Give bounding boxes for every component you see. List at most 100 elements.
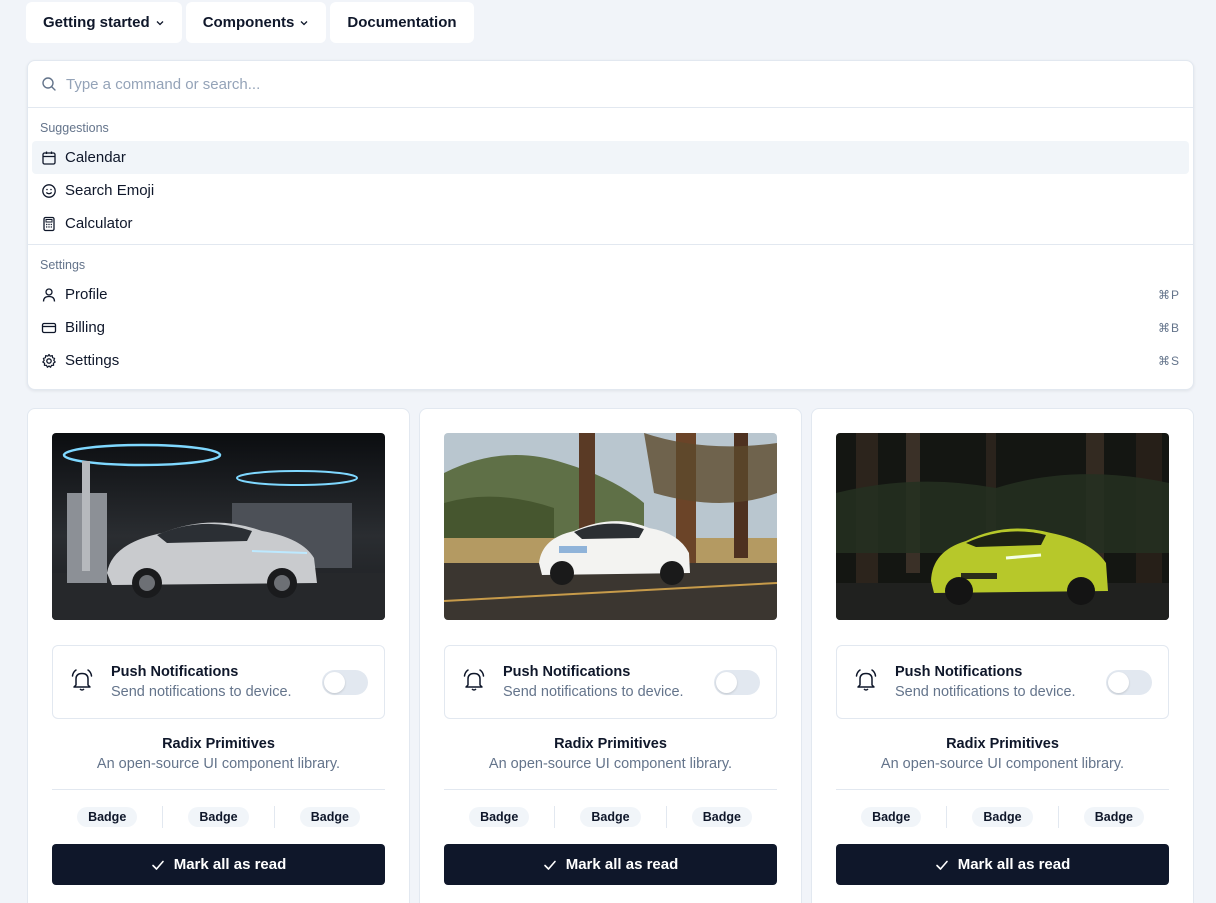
- badge: Badge: [691, 807, 752, 827]
- notification-description: Send notifications to device.: [111, 684, 292, 700]
- calendar-icon: [42, 151, 56, 165]
- notification-text: Push Notifications Send notifications to…: [111, 664, 306, 700]
- product-card: Push Notifications Send notifications to…: [811, 408, 1194, 903]
- command-item-search-emoji[interactable]: Search Emoji: [32, 174, 1189, 207]
- notification-description: Send notifications to device.: [503, 684, 684, 700]
- chevron-down-icon: [300, 20, 308, 25]
- button-label: Mark all as read: [173, 856, 287, 873]
- white-suv-charging-station-photo: [52, 433, 385, 620]
- command-item-label: Calculator: [65, 215, 133, 232]
- keyboard-shortcut: ⌘P: [1157, 287, 1180, 302]
- chevron-down-icon: [156, 20, 164, 25]
- command-group-settings: Settings Profile ⌘P Billing ⌘B Settings …: [28, 249, 1193, 381]
- notification-title: Push Notifications: [111, 664, 239, 680]
- group-heading: Settings: [40, 258, 86, 272]
- product-card: Push Notifications Send notifications to…: [27, 408, 410, 903]
- badge-cell: Badge: [273, 806, 385, 828]
- user-icon: [42, 287, 56, 302]
- notification-toggle[interactable]: [1106, 669, 1152, 695]
- badge-cell: Badge: [836, 806, 946, 828]
- command-item-billing[interactable]: Billing ⌘B: [32, 311, 1189, 344]
- command-item-profile[interactable]: Profile ⌘P: [32, 278, 1189, 311]
- mark-all-read-button[interactable]: Mark all as read: [836, 844, 1169, 885]
- command-item-calculator[interactable]: Calculator: [32, 207, 1189, 240]
- check-icon: [151, 860, 164, 870]
- calculator-icon: [43, 216, 55, 231]
- command-item-label: Profile: [65, 286, 108, 303]
- nav-documentation[interactable]: Documentation: [330, 2, 474, 43]
- badge-cell: Badge: [52, 806, 162, 828]
- push-notifications-setting: Push Notifications Send notifications to…: [52, 645, 385, 719]
- notification-description: Send notifications to device.: [895, 684, 1076, 700]
- command-item-label: Billing: [65, 319, 106, 336]
- toggle-knob: [716, 671, 737, 693]
- keyboard-shortcut: ⌘S: [1157, 353, 1180, 368]
- top-nav: Getting started Components Documentation: [26, 2, 474, 43]
- badge-row: Badge Badge Badge: [444, 790, 777, 844]
- badge: Badge: [299, 807, 360, 827]
- search-icon: [42, 77, 56, 91]
- badge-cell: Badge: [444, 806, 554, 828]
- command-item-calendar[interactable]: Calendar: [32, 141, 1189, 174]
- library-info: Radix Primitives An open-source UI compo…: [52, 736, 385, 772]
- library-name: Radix Primitives: [946, 736, 1059, 752]
- keyboard-shortcut: ⌘B: [1157, 320, 1180, 335]
- gear-icon: [42, 353, 56, 368]
- badge: Badge: [580, 807, 641, 827]
- toggle-knob: [324, 671, 345, 693]
- white-suv-forest-road-photo: [444, 433, 777, 620]
- group-separator: [28, 244, 1193, 245]
- library-description: An open-source UI component library.: [488, 756, 733, 772]
- badge: Badge: [1083, 807, 1144, 827]
- nav-getting-started[interactable]: Getting started: [26, 2, 182, 43]
- check-icon: [935, 860, 948, 870]
- notification-toggle[interactable]: [714, 669, 760, 695]
- command-search-bar: [28, 61, 1193, 108]
- badge: Badge: [469, 807, 530, 827]
- check-icon: [543, 860, 556, 870]
- lime-suv-dark-forest-photo: [836, 433, 1169, 620]
- badge: Badge: [972, 807, 1033, 827]
- toggle-knob: [1108, 671, 1129, 693]
- badge: Badge: [77, 807, 138, 827]
- smile-icon: [42, 183, 56, 198]
- credit-card-icon: [41, 322, 57, 333]
- command-palette: Suggestions Calendar Search Emoji Calcul…: [27, 60, 1194, 390]
- badge-row: Badge Badge Badge: [52, 790, 385, 844]
- push-notifications-setting: Push Notifications Send notifications to…: [836, 645, 1169, 719]
- command-item-label: Calendar: [65, 149, 126, 166]
- bell-ring-icon: [461, 667, 487, 698]
- product-card: Push Notifications Send notifications to…: [419, 408, 802, 903]
- library-description: An open-source UI component library.: [880, 756, 1125, 772]
- mark-all-read-button[interactable]: Mark all as read: [444, 844, 777, 885]
- badge-cell: Badge: [162, 806, 273, 828]
- badge-cell: Badge: [554, 806, 665, 828]
- library-name: Radix Primitives: [554, 736, 667, 752]
- command-item-label: Settings: [65, 352, 120, 369]
- library-name: Radix Primitives: [162, 736, 275, 752]
- command-item-label: Search Emoji: [65, 182, 155, 199]
- library-info: Radix Primitives An open-source UI compo…: [836, 736, 1169, 772]
- notification-text: Push Notifications Send notifications to…: [503, 664, 698, 700]
- nav-components[interactable]: Components: [185, 2, 327, 43]
- notification-text: Push Notifications Send notifications to…: [895, 664, 1090, 700]
- nav-label: Documentation: [347, 14, 457, 31]
- badge-cell: Badge: [665, 806, 777, 828]
- bell-ring-icon: [853, 667, 879, 698]
- notification-toggle[interactable]: [322, 669, 368, 695]
- card-grid: Push Notifications Send notifications to…: [27, 408, 1194, 903]
- notification-title: Push Notifications: [503, 664, 631, 680]
- notification-title: Push Notifications: [895, 664, 1023, 680]
- badge-cell: Badge: [1057, 806, 1169, 828]
- library-info: Radix Primitives An open-source UI compo…: [444, 736, 777, 772]
- nav-label: Components: [202, 14, 295, 31]
- mark-all-read-button[interactable]: Mark all as read: [52, 844, 385, 885]
- nav-label: Getting started: [43, 14, 150, 31]
- library-description: An open-source UI component library.: [96, 756, 341, 772]
- badge-cell: Badge: [946, 806, 1057, 828]
- command-search-input[interactable]: [66, 75, 1146, 93]
- command-group-suggestions: Suggestions Calendar Search Emoji Calcul…: [28, 108, 1193, 249]
- badge: Badge: [861, 807, 922, 827]
- command-item-settings[interactable]: Settings ⌘S: [32, 344, 1189, 377]
- group-heading: Suggestions: [40, 121, 109, 135]
